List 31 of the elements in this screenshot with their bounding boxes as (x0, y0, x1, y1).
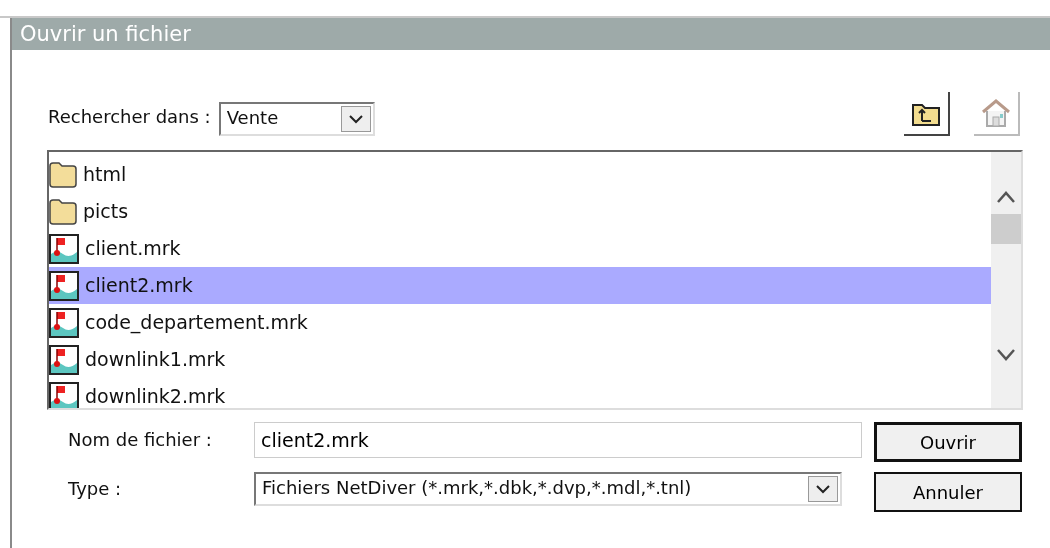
file-row[interactable]: client2.mrk (49, 267, 991, 304)
file-icon (49, 233, 79, 264)
caret-icon (348, 114, 363, 124)
folder-icon (49, 161, 77, 188)
folder-icon (49, 198, 77, 225)
up-folder-button[interactable] (904, 92, 950, 136)
file-name-field[interactable]: client2.mrk (254, 422, 862, 458)
file-row[interactable]: picts (49, 193, 991, 230)
file-icon (49, 270, 79, 301)
file-row[interactable]: code_departement.mrk (49, 304, 991, 341)
look-in-dropdown[interactable]: Vente (218, 102, 375, 136)
cancel-button[interactable]: Annuler (874, 472, 1022, 512)
scroll-down-icon[interactable] (996, 348, 1016, 362)
home-icon (980, 98, 1012, 128)
scrollbar[interactable] (991, 152, 1021, 408)
scroll-thumb[interactable] (991, 214, 1021, 244)
look-in-label: Rechercher dans : (48, 105, 211, 129)
window-title: Ouvrir un fichier (12, 18, 1050, 50)
file-row[interactable]: downlink1.mrk (49, 341, 991, 378)
open-button[interactable]: Ouvrir (874, 422, 1022, 462)
file-icon (49, 344, 79, 375)
scroll-up-icon[interactable] (996, 190, 1016, 204)
file-type-dropdown[interactable]: Fichiers NetDiver (*.mrk,*.dbk,*.dvp,*.mdl,*.tnl) (254, 472, 842, 506)
file-row[interactable]: client.mrk (49, 230, 991, 267)
file-icon (49, 381, 79, 408)
file-row[interactable]: downlink2.mrk (49, 378, 991, 408)
file-icon (49, 307, 79, 338)
file-type-label: Type : (68, 477, 123, 501)
file-name-label: Nom de fichier : (68, 428, 213, 452)
caret-icon (816, 484, 830, 494)
file-row[interactable]: html (49, 156, 991, 193)
